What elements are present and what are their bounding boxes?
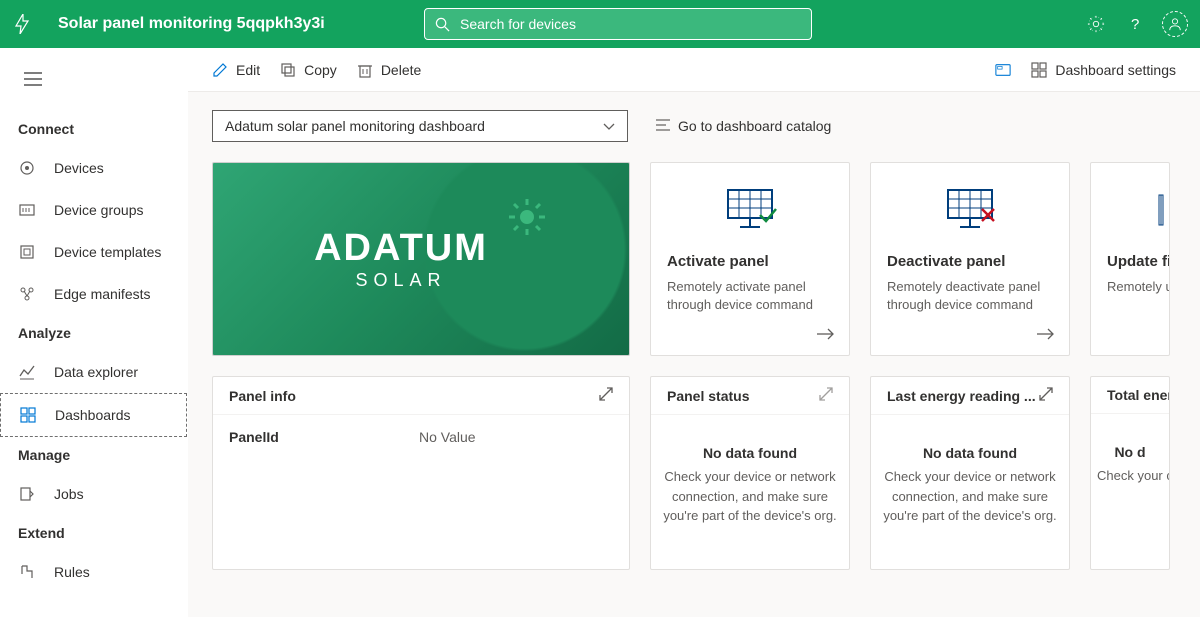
sidebar-item-label: Devices [54, 160, 104, 176]
sidebar-item-device-groups[interactable]: Device groups [0, 189, 187, 231]
settings-icon[interactable] [1086, 14, 1106, 34]
header-right: ? [1086, 11, 1188, 37]
activate-icon [720, 185, 780, 235]
hamburger-icon[interactable] [0, 56, 187, 111]
delete-button[interactable]: Delete [357, 62, 421, 78]
expand-icon[interactable] [819, 387, 833, 404]
search-box[interactable] [424, 8, 812, 40]
sidebar-item-dashboards[interactable]: Dashboards [0, 393, 187, 437]
sidebar-section-extend: Extend [0, 515, 187, 551]
devices-icon [18, 159, 36, 177]
jobs-icon [18, 485, 36, 503]
sidebar-item-label: Edge manifests [54, 286, 151, 302]
deactivate-icon [940, 185, 1000, 235]
account-icon[interactable] [1162, 11, 1188, 37]
sidebar-item-label: Device groups [54, 202, 144, 218]
dashboard-selector[interactable]: Adatum solar panel monitoring dashboard [212, 110, 628, 142]
edit-button[interactable]: Edit [212, 62, 260, 78]
dashboard-settings-button[interactable]: Dashboard settings [1031, 62, 1176, 78]
sidebar-item-devices[interactable]: Devices [0, 147, 187, 189]
dashboard-settings-icon [1031, 62, 1047, 78]
list-icon [656, 118, 670, 134]
sidebar-item-data-explorer[interactable]: Data explorer [0, 351, 187, 393]
edit-icon [212, 62, 228, 78]
bolt-icon [12, 14, 32, 34]
panel-info-tile: Panel info PanelId No Value [212, 376, 630, 570]
sidebar-item-label: Rules [54, 564, 90, 580]
toolbar: Edit Copy Delete Dashboard settings [188, 48, 1200, 92]
device-groups-icon [18, 201, 36, 219]
sun-icon [507, 197, 547, 237]
sidebar-item-rules[interactable]: Rules [0, 551, 187, 593]
sidebar-section-analyze: Analyze [0, 315, 187, 351]
sidebar-item-label: Jobs [54, 486, 84, 502]
sidebar: Connect Devices Device groups Device tem… [0, 48, 188, 617]
search-input[interactable] [460, 16, 801, 32]
help-icon[interactable]: ? [1124, 14, 1144, 34]
update-icon [1157, 185, 1170, 235]
chevron-down-icon [603, 118, 615, 134]
panel-status-tile: Panel status No data found Check your de… [650, 376, 850, 570]
activate-panel-tile[interactable]: Activate panel Remotely activate panel t… [650, 162, 850, 356]
device-templates-icon [18, 243, 36, 261]
sidebar-item-label: Data explorer [54, 364, 138, 380]
main: Edit Copy Delete Dashboard settings [188, 48, 1200, 617]
arrow-right-icon [817, 327, 835, 343]
delete-icon [357, 62, 373, 78]
rules-icon [18, 563, 36, 581]
hero-tile: ADATUM SOLAR [212, 162, 630, 356]
dashboards-icon [19, 406, 37, 424]
fullscreen-icon [995, 62, 1011, 78]
sidebar-item-device-templates[interactable]: Device templates [0, 231, 187, 273]
sidebar-section-connect: Connect [0, 111, 187, 147]
data-explorer-icon [18, 363, 36, 381]
update-firmware-tile[interactable]: Update fir Remotely up through dev [1090, 162, 1170, 356]
sidebar-item-label: Device templates [54, 244, 161, 260]
dashboard-area: Adatum solar panel monitoring dashboard … [188, 92, 1200, 617]
expand-icon[interactable] [599, 387, 613, 404]
copy-button[interactable]: Copy [280, 62, 337, 78]
search-icon [435, 17, 450, 32]
last-energy-tile: Last energy reading ... No data found Ch… [870, 376, 1070, 570]
total-energy-tile: Total ener No d Check your connection, a… [1090, 376, 1170, 570]
dashboard-catalog-link[interactable]: Go to dashboard catalog [656, 118, 831, 134]
expand-icon[interactable] [1039, 387, 1053, 404]
sidebar-item-label: Dashboards [55, 407, 131, 423]
sidebar-item-jobs[interactable]: Jobs [0, 473, 187, 515]
sidebar-section-manage: Manage [0, 437, 187, 473]
svg-text:?: ? [1131, 16, 1139, 32]
copy-icon [280, 62, 296, 78]
deactivate-panel-tile[interactable]: Deactivate panel Remotely deactivate pan… [870, 162, 1070, 356]
app-title: Solar panel monitoring 5qqpkh3y3i [58, 15, 325, 33]
top-header: Solar panel monitoring 5qqpkh3y3i ? [0, 0, 1200, 48]
arrow-right-icon [1037, 327, 1055, 343]
sidebar-item-edge-manifests[interactable]: Edge manifests [0, 273, 187, 315]
fullscreen-button[interactable] [995, 62, 1011, 78]
edge-manifests-icon [18, 285, 36, 303]
